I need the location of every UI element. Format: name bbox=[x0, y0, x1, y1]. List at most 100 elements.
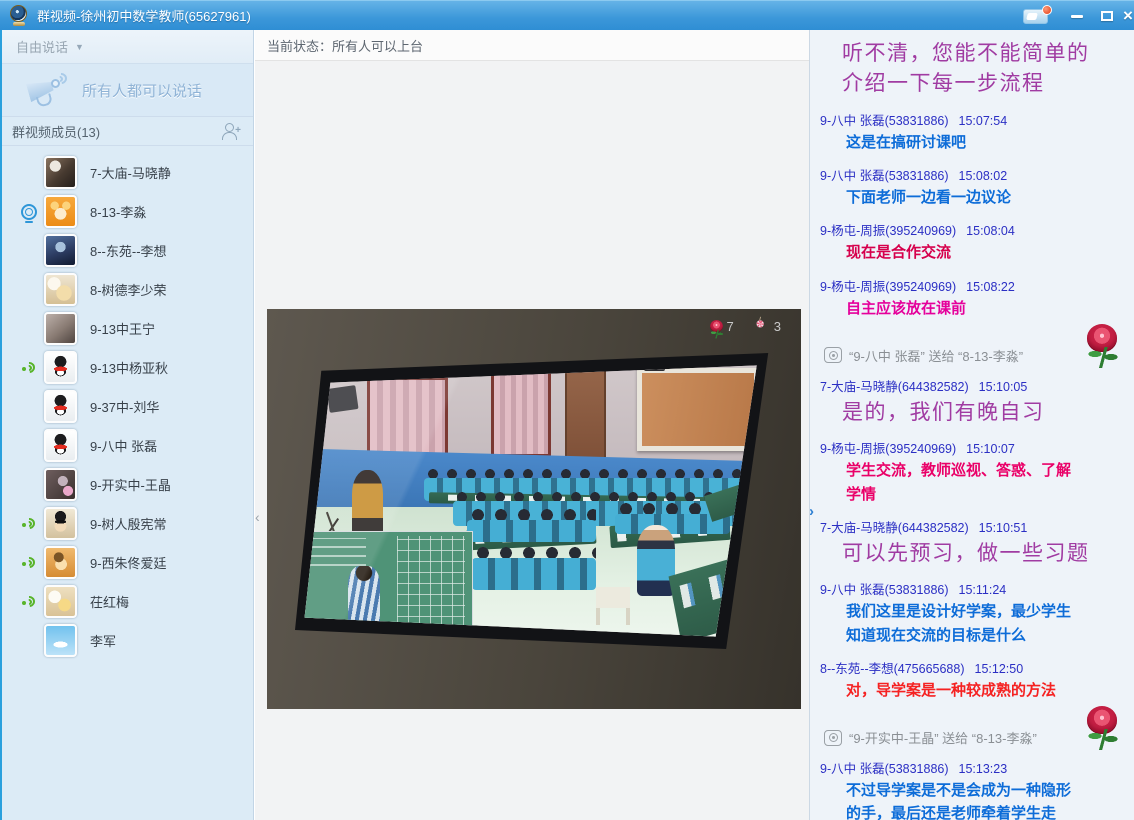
collapse-chat-arrow[interactable]: › bbox=[809, 498, 821, 524]
avatar bbox=[44, 273, 77, 306]
member-row[interactable]: 8--东苑--李想 bbox=[0, 231, 253, 270]
member-row[interactable]: 茌红梅 bbox=[0, 582, 253, 621]
message-time: 15:08:04 bbox=[966, 224, 1015, 238]
group-video-window: 群视频-徐州初中数学教师(65627961) × 自由说话 ▼ 所有人都可以说话… bbox=[0, 0, 1134, 820]
avatar bbox=[44, 624, 77, 657]
member-name: 8--东苑--李想 bbox=[90, 241, 167, 260]
message-sender: 7-大庙-马晓静(644382582) bbox=[820, 380, 969, 394]
speaking-icon bbox=[21, 555, 38, 571]
rose-gift-icon bbox=[1084, 324, 1120, 370]
member-row[interactable]: 9-开实中-王晶 bbox=[0, 465, 253, 504]
member-row[interactable]: 8-树德李少荣 bbox=[0, 270, 253, 309]
message-line: 听不清，您能不能简单的 bbox=[842, 38, 1128, 68]
member-status-slot bbox=[21, 516, 44, 532]
member-row[interactable]: 8-13-李淼 bbox=[0, 192, 253, 231]
avatar bbox=[44, 195, 77, 228]
voice-mode-dropdown[interactable]: 自由说话 ▼ bbox=[0, 30, 253, 64]
rose-gift-icon bbox=[1084, 706, 1120, 752]
message-body: 这是在搞研讨课吧 bbox=[846, 131, 1128, 154]
message-sender: 9-八中 张磊(53831886) bbox=[820, 762, 949, 776]
webcam-gift-icon bbox=[824, 347, 842, 363]
member-row[interactable]: 9-西朱佟爱廷 bbox=[0, 543, 253, 582]
message-header: 9-八中 张磊(53831886) 15:11:24 bbox=[820, 579, 1128, 598]
avatar bbox=[44, 351, 77, 384]
close-icon: × bbox=[1123, 6, 1133, 26]
message-time: 15:08:02 bbox=[959, 169, 1008, 183]
member-row[interactable]: 9-13中王宁 bbox=[0, 309, 253, 348]
window-left-border bbox=[0, 30, 2, 820]
webcam-on-icon bbox=[21, 204, 37, 220]
avatar bbox=[44, 468, 77, 501]
member-name: 9-八中 张磊 bbox=[90, 436, 157, 455]
message-time: 15:10:05 bbox=[979, 380, 1028, 394]
member-name: 9-37中-刘华 bbox=[90, 397, 159, 416]
webcam-gift-icon bbox=[824, 730, 842, 746]
member-name: 9-西朱佟爱廷 bbox=[90, 553, 167, 572]
message-body: 是的，我们有晚自习 bbox=[842, 397, 1128, 427]
message-header: 9-八中 张磊(53831886)15:13:23 bbox=[820, 758, 1128, 777]
avatar bbox=[44, 312, 77, 345]
message-line: 我们这里是设计好学案，最少学生 bbox=[846, 600, 1128, 623]
message-body: 不过导学案是不是会成为一种隐形的手，最后还是老师牵着学生走 bbox=[846, 779, 1128, 820]
chat-message: 7-大庙-马晓静(644382582) 15:10:05 是的，我们有晚自习 bbox=[818, 376, 1128, 427]
titlebar[interactable]: 群视频-徐州初中数学教师(65627961) × bbox=[0, 0, 1134, 30]
member-name: 7-大庙-马晓静 bbox=[90, 163, 171, 182]
member-row[interactable]: 9-13中杨亚秋 bbox=[0, 348, 253, 387]
message-line: 现在是合作交流 bbox=[846, 241, 1128, 264]
member-list: 7-大庙-马晓静 8-13-李淼 8--东苑--李想 8-树德李少荣 9-13中 bbox=[0, 147, 253, 820]
chat-message: 9-杨屯-周振(395240969)15:08:22 自主应该放在课前 bbox=[818, 276, 1128, 320]
member-row[interactable]: 7-大庙-马晓静 bbox=[0, 153, 253, 192]
message-line: 学情 bbox=[846, 483, 1128, 506]
message-line: 对，导学案是一种较成熟的方法 bbox=[846, 679, 1128, 702]
close-button[interactable]: × bbox=[1122, 1, 1134, 31]
avatar bbox=[44, 546, 77, 579]
maximize-button[interactable] bbox=[1092, 1, 1122, 31]
skin-change-button[interactable] bbox=[1023, 9, 1048, 24]
chat-message: 9-八中 张磊(53831886)15:07:54 这是在搞研讨课吧 bbox=[818, 110, 1128, 154]
minimize-button[interactable] bbox=[1062, 1, 1092, 31]
message-header: 7-大庙-马晓静(644382582)15:10:51 bbox=[820, 517, 1128, 536]
gift-text: “9-八中 张磊” 送给 “8-13-李淼” bbox=[849, 346, 1023, 365]
voice-mode-label: 自由说话 bbox=[16, 37, 68, 56]
avatar bbox=[44, 390, 77, 423]
gift-notification: “9-八中 张磊” 送给 “8-13-李淼” bbox=[824, 346, 1128, 365]
message-time: 15:07:54 bbox=[959, 114, 1008, 128]
member-name: 李军 bbox=[90, 631, 116, 650]
message-body: 学生交流，教师巡视、答惑、了解学情 bbox=[846, 459, 1128, 506]
member-row[interactable]: 9-37中-刘华 bbox=[0, 387, 253, 426]
collapse-sidebar-arrow[interactable]: ‹ bbox=[255, 504, 265, 530]
member-status-slot bbox=[21, 204, 44, 220]
member-row[interactable]: 9-树人殷宪常 bbox=[0, 504, 253, 543]
sidebar: 自由说话 ▼ 所有人都可以说话 群视频成员(13) + 7-大庙-马晓静 bbox=[0, 30, 254, 820]
gift-notification: “9-开实中-王晶” 送给 “8-13-李淼” bbox=[824, 728, 1128, 747]
chat-message: 听不清，您能不能简单的介绍一下每一步流程 bbox=[818, 38, 1128, 99]
message-line: 介绍一下每一步流程 bbox=[842, 68, 1128, 98]
status-label: 当前状态：所有人可以上台 bbox=[267, 36, 423, 55]
message-line: 可以先预习，做一些习题 bbox=[842, 538, 1128, 568]
window-title: 群视频-徐州初中数学教师(65627961) bbox=[37, 6, 251, 25]
member-row[interactable]: 9-八中 张磊 bbox=[0, 426, 253, 465]
message-sender: 9-杨屯-周振(395240969) bbox=[820, 442, 956, 456]
message-time: 15:12:50 bbox=[975, 662, 1024, 676]
message-sender: 9-八中 张磊(53831886) bbox=[820, 583, 949, 597]
message-line: 这是在搞研讨课吧 bbox=[846, 131, 1128, 154]
member-row[interactable]: 李军 bbox=[0, 621, 253, 660]
scene-screen-glare bbox=[295, 353, 773, 649]
member-name: 9-树人殷宪常 bbox=[90, 514, 167, 533]
avatar bbox=[44, 507, 77, 540]
video-panel: 当前状态：所有人可以上台 ‹ 7 3 bbox=[255, 30, 809, 820]
message-time: 15:11:24 bbox=[959, 583, 1007, 597]
speaking-icon bbox=[21, 594, 38, 610]
member-name: 8-树德李少荣 bbox=[90, 280, 167, 299]
tv-screen bbox=[295, 353, 773, 649]
message-header: 9-八中 张磊(53831886)15:07:54 bbox=[820, 110, 1128, 129]
chat-message: 9-八中 张磊(53831886)15:13:23 不过导学案是不是会成为一种隐… bbox=[818, 758, 1128, 820]
speaker-banner: 所有人都可以说话 bbox=[0, 64, 253, 117]
message-sender: 9-八中 张磊(53831886) bbox=[820, 169, 949, 183]
webcam-logo-icon bbox=[9, 5, 29, 26]
message-line: 学生交流，教师巡视、答惑、了解 bbox=[846, 459, 1128, 482]
members-header: 群视频成员(13) + bbox=[0, 117, 253, 146]
candy-count: 3 bbox=[774, 319, 781, 334]
add-member-icon[interactable]: + bbox=[221, 123, 239, 139]
avatar bbox=[44, 429, 77, 462]
